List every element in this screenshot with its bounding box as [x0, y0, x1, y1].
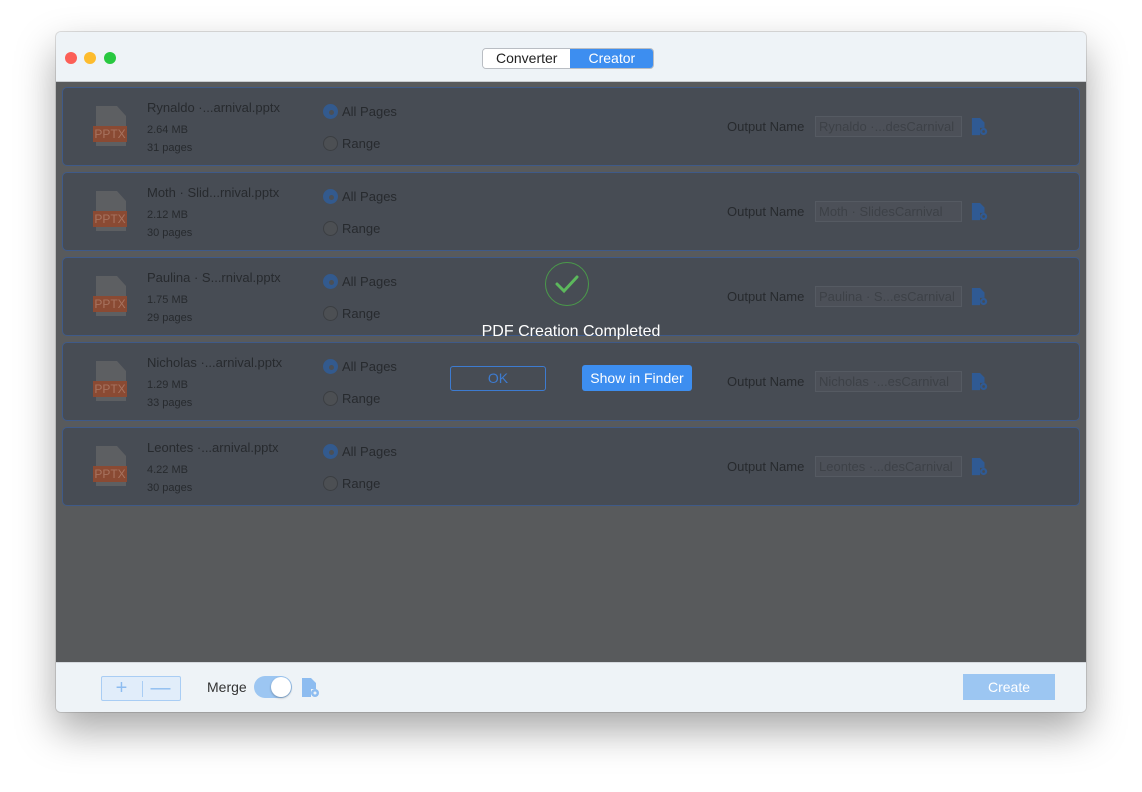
radio-label: All Pages	[342, 359, 397, 374]
file-row[interactable]: PPTX Moth · Slid...rnival.pptx 2.12 MB 3…	[62, 172, 1080, 251]
radio-label: All Pages	[342, 104, 397, 119]
merge-toggle[interactable]	[254, 676, 292, 698]
range-radio[interactable]: Range	[323, 221, 380, 236]
mode-switch: Converter Creator	[482, 48, 655, 69]
merge-label: Merge	[207, 679, 247, 695]
pptx-file-icon: PPTX	[93, 361, 127, 405]
radio-label: All Pages	[342, 274, 397, 289]
file-name: Nicholas ·...arnival.pptx	[147, 355, 283, 370]
add-file-button[interactable]: +	[102, 677, 141, 700]
file-row[interactable]: PPTX Rynaldo ·...arnival.pptx 2.64 MB 31…	[62, 87, 1080, 166]
radio-label: All Pages	[342, 189, 397, 204]
range-radio[interactable]: Range	[323, 306, 380, 321]
file-row[interactable]: PPTX Leontes ·...arnival.pptx 4.22 MB 30…	[62, 427, 1080, 506]
add-remove-control: + —	[101, 676, 181, 701]
all-pages-radio[interactable]: All Pages	[323, 104, 397, 119]
file-size: 2.64 MB	[147, 124, 188, 136]
output-settings-icon[interactable]	[971, 457, 989, 477]
app-window: Converter Creator PPTX Rynaldo ·...arniv…	[56, 32, 1086, 712]
radio-icon	[323, 136, 338, 151]
pptx-file-icon: PPTX	[93, 191, 127, 235]
file-size: 2.12 MB	[147, 209, 188, 221]
output-settings-icon[interactable]	[971, 202, 989, 222]
remove-file-button[interactable]: —	[141, 677, 180, 700]
output-name-input[interactable]: Rynaldo ·...desCarnival	[815, 116, 962, 137]
ok-button[interactable]: OK	[450, 366, 546, 391]
all-pages-radio[interactable]: All Pages	[323, 359, 397, 374]
output-name-label: Output Name	[727, 289, 805, 304]
merge-settings-icon[interactable]	[301, 677, 321, 699]
file-row[interactable]: PPTX Nicholas ·...arnival.pptx 1.29 MB 3…	[62, 342, 1080, 421]
radio-label: Range	[342, 476, 381, 491]
radio-label: Range	[342, 391, 381, 406]
page-count: 30 pages	[147, 482, 193, 494]
output-settings-icon[interactable]	[971, 287, 989, 307]
output-name-input[interactable]: Paulina · S...esCarnival	[815, 286, 962, 307]
title-bar: Converter Creator	[56, 32, 1086, 82]
divider	[142, 681, 143, 697]
file-name: Moth · Slid...rnival.pptx	[147, 185, 280, 200]
all-pages-radio[interactable]: All Pages	[323, 274, 397, 289]
range-radio[interactable]: Range	[323, 136, 380, 151]
radio-selected-icon	[323, 444, 338, 459]
radio-icon	[323, 221, 338, 236]
radio-icon	[323, 391, 338, 406]
file-name: Rynaldo ·...arnival.pptx	[147, 100, 280, 115]
radio-selected-icon	[323, 359, 338, 374]
minimize-button[interactable]	[84, 52, 96, 64]
file-list: PPTX Rynaldo ·...arnival.pptx 2.64 MB 31…	[56, 82, 1086, 662]
radio-icon	[323, 306, 338, 321]
pptx-file-icon: PPTX	[93, 106, 127, 150]
page-count: 31 pages	[147, 142, 193, 154]
all-pages-radio[interactable]: All Pages	[323, 189, 397, 204]
tab-converter[interactable]: Converter	[483, 49, 571, 68]
zoom-button[interactable]	[104, 52, 116, 64]
file-size: 1.29 MB	[147, 379, 188, 391]
radio-label: Range	[342, 221, 381, 236]
radio-selected-icon	[323, 104, 338, 119]
file-name: Leontes ·...arnival.pptx	[147, 440, 279, 455]
radio-selected-icon	[323, 189, 338, 204]
output-name-label: Output Name	[727, 459, 805, 474]
output-name-label: Output Name	[727, 374, 805, 389]
output-name-input[interactable]: Moth · SlidesCarnival	[815, 201, 962, 222]
output-name-label: Output Name	[727, 119, 805, 134]
range-radio[interactable]: Range	[323, 391, 380, 406]
create-button[interactable]: Create	[963, 674, 1055, 700]
output-settings-icon[interactable]	[971, 372, 989, 392]
radio-label: Range	[342, 306, 381, 321]
footer-bar: + — Merge Create	[56, 662, 1086, 712]
output-settings-icon[interactable]	[971, 117, 989, 137]
pptx-file-icon: PPTX	[93, 276, 127, 320]
range-radio[interactable]: Range	[323, 476, 380, 491]
pptx-file-icon: PPTX	[93, 446, 127, 490]
success-check-icon	[545, 262, 589, 306]
output-name-label: Output Name	[727, 204, 805, 219]
radio-label: All Pages	[342, 444, 397, 459]
close-button[interactable]	[65, 52, 77, 64]
output-name-input[interactable]: Nicholas ·...esCarnival	[815, 371, 962, 392]
file-name: Paulina · S...rnival.pptx	[147, 270, 281, 285]
radio-selected-icon	[323, 274, 338, 289]
output-name-input[interactable]: Leontes ·...desCarnival	[815, 456, 962, 477]
dialog-title: PDF Creation Completed	[481, 323, 661, 340]
file-size: 1.75 MB	[147, 294, 188, 306]
file-size: 4.22 MB	[147, 464, 188, 476]
radio-icon	[323, 476, 338, 491]
all-pages-radio[interactable]: All Pages	[323, 444, 397, 459]
page-count: 30 pages	[147, 227, 193, 239]
radio-label: Range	[342, 136, 381, 151]
show-in-finder-button[interactable]: Show in Finder	[582, 365, 692, 391]
page-count: 33 pages	[147, 397, 193, 409]
tab-creator[interactable]: Creator	[570, 49, 654, 68]
